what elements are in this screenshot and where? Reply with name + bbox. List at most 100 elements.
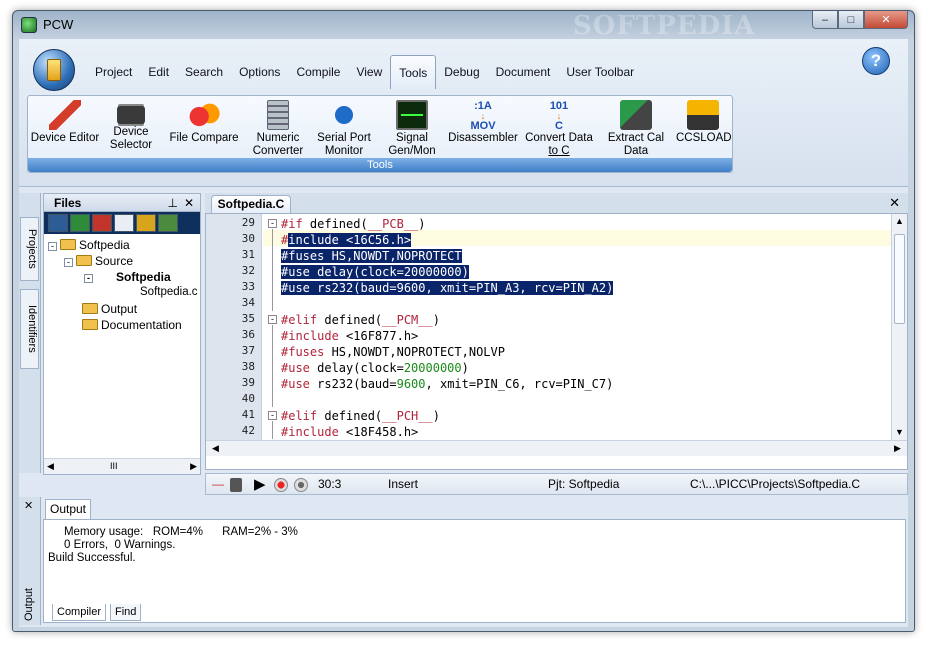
open-folder-button[interactable] [48,214,68,232]
tree-node-source[interactable]: - Source [64,254,133,268]
tree-button[interactable] [158,214,178,232]
stop-icon[interactable] [294,478,308,492]
code-editor[interactable]: 29 30 31 32 33 34 35 36 37 38 39 40 41 4… [205,213,908,470]
tab-output[interactable]: Output [45,499,91,519]
line-number: 31 [241,248,255,261]
tree-node-project[interactable]: - Softpedia [48,238,130,252]
close-editor-icon[interactable]: ✕ [889,195,900,211]
menu-edit[interactable]: Edit [140,55,177,89]
selected-text: #fuses HS,NOWDT,NOPROTECT [281,249,462,263]
fold-toggle-icon[interactable]: - [268,411,277,420]
editor-vertical-scrollbar[interactable]: ▲ ▼ [891,214,907,440]
new-file-button[interactable] [114,214,134,232]
expander-icon[interactable]: - [64,258,73,267]
device-editor-button[interactable]: Device Editor [30,100,100,145]
code-token: 9600 [396,377,426,391]
play-icon[interactable]: ▶ [254,475,266,493]
status-bar: — ▶ 30:3 Insert Pjt: Softpedia C:\...\PI… [205,473,908,495]
tree-node-documentation[interactable]: Documentation [82,318,182,332]
menu-compile[interactable]: Compile [288,55,348,89]
fold-guide [272,421,273,439]
ccsload-button[interactable]: CCSLOAD [676,100,732,145]
fold-toggle-icon[interactable]: - [268,315,277,324]
code-line: #elif defined(__PCM__) [281,312,440,328]
menu-bar: Project Edit Search Options Compile View… [87,55,642,89]
extract-cal-data-button[interactable]: Extract Cal Data [606,100,666,158]
close-files-icon[interactable]: ✕ [184,194,194,212]
code-token: ) [432,409,440,423]
subtab-compiler[interactable]: Compiler [52,604,107,621]
device-selector-button[interactable]: Device Selector [106,100,156,152]
code-token: __PCB__ [367,217,419,231]
maximize-button[interactable]: □ [838,11,864,29]
code-token: __PCH__ [382,409,433,423]
tree-node-file[interactable]: Softpedia.c [140,286,198,298]
line-number: 34 [241,296,255,309]
expander-icon[interactable]: - [84,274,93,283]
line-number: 37 [241,344,255,357]
pin-icon[interactable]: ⊥ [168,194,178,212]
menu-debug[interactable]: Debug [436,55,487,89]
scroll-thumb[interactable] [894,234,905,324]
scroll-right-icon[interactable]: ▶ [190,461,197,472]
menu-search[interactable]: Search [177,55,231,89]
signal-gen-mon-button[interactable]: Signal Gen/Mon [386,100,438,158]
tab-softpedia-c[interactable]: Softpedia.C [211,195,291,213]
book-icon[interactable] [230,478,242,492]
menu-view[interactable]: View [348,55,390,89]
title-bar[interactable]: PCW SOFTPEDIA – □ ✕ [13,11,914,41]
minimize-button[interactable]: – [812,11,838,29]
chip-icon [117,106,145,124]
code-line: #use rs232(baud=9600, xmit=PIN_C6, rcv=P… [281,376,613,392]
app-window: PCW SOFTPEDIA – □ ✕ Project Edit Search … [12,10,915,632]
scroll-left-icon[interactable]: ◀ [208,441,223,456]
code-token: defined( [317,313,383,327]
tab-projects[interactable]: Projects [20,217,39,281]
scroll-thumb-grip[interactable]: III [110,461,118,471]
expander-icon[interactable]: - [48,242,57,251]
scroll-left-icon[interactable]: ◀ [47,461,54,472]
files-horizontal-scrollbar[interactable]: ◀ III ▶ [44,458,200,474]
oscilloscope-icon [396,100,428,130]
menu-options[interactable]: Options [231,55,288,89]
add-button[interactable] [70,214,90,232]
code-token: #use [281,377,310,391]
menu-project[interactable]: Project [87,55,140,89]
project-name: Pjt: Softpedia [548,477,620,491]
tree-node-output[interactable]: Output [82,302,137,316]
file-tree: - Softpedia - Source - Softpedia Softpedia.… [44,234,200,454]
code-token: HS,NOWDT,NOPROTECT,NOLVP [324,345,505,359]
line-number: 39 [241,376,255,389]
scroll-down-icon[interactable]: ▼ [892,425,907,440]
numeric-converter-button[interactable]: Numeric Converter [250,100,306,158]
convert-data-to-c-button[interactable]: 101 ↓ C Convert Data to C [524,100,594,158]
subtab-find[interactable]: Find [110,604,142,621]
minus-icon[interactable]: — [212,477,224,491]
tab-identifiers[interactable]: Identifiers [20,289,39,369]
menu-user-toolbar[interactable]: User Toolbar [558,55,642,89]
close-button[interactable]: ✕ [864,11,908,29]
help-button[interactable]: ? [862,47,890,75]
tree-node-softpedia[interactable]: - Softpedia [84,270,171,284]
code-token: ) [418,217,426,231]
editor-horizontal-scrollbar[interactable]: ◀ ▶ [206,440,907,456]
app-menu-button[interactable] [33,49,75,91]
client-area: Project Edit Search Options Compile View… [19,39,908,627]
scroll-up-icon[interactable]: ▲ [892,214,907,229]
properties-button[interactable] [136,214,156,232]
fold-toggle-icon[interactable]: - [268,219,277,228]
app-icon[interactable] [21,17,37,33]
remove-button[interactable] [92,214,112,232]
line-number: 41 [241,408,255,421]
scroll-right-icon[interactable]: ▶ [890,441,905,456]
record-icon[interactable] [274,478,288,492]
menu-document[interactable]: Document [488,55,559,89]
disassembler-button[interactable]: :1A ↓ MOV Disassembler [448,100,518,145]
menu-tools[interactable]: Tools [390,55,437,89]
file-compare-button[interactable]: File Compare [168,100,240,145]
file-path: C:\...\PICC\Projects\Softpedia.C [690,477,861,491]
serial-port-monitor-button[interactable]: Serial Port Monitor [314,100,374,158]
files-panel-header: Files ⊥ ✕ [44,194,200,212]
selected-text: #use rs232(baud=9600, xmit=PIN_A3, rcv=P… [281,281,614,295]
close-output-icon[interactable]: ✕ [24,499,33,512]
